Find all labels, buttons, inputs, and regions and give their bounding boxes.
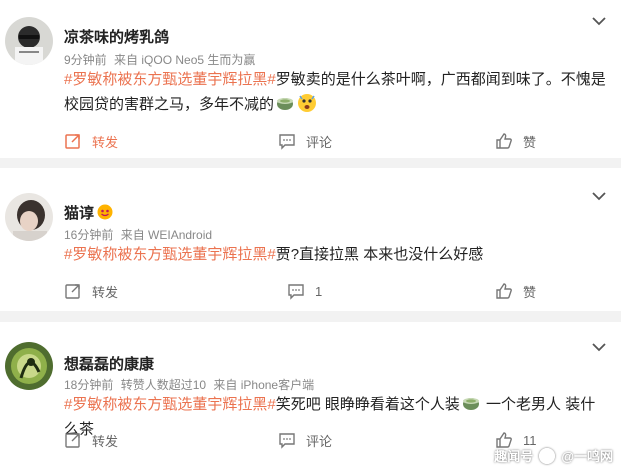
comment-icon (279, 433, 295, 449)
comment-body: 贾?直接拉黑 本来也没什么好感 (275, 246, 484, 263)
post-repost-note: 转赞人数超过10 (120, 378, 207, 392)
comment-button[interactable]: 评论 (278, 131, 332, 151)
post-source: 来自 WEIAndroid (120, 228, 213, 242)
post-time: 18分钟前 (64, 378, 114, 392)
watermark: 趣闻号 @一鸣网 (494, 446, 613, 465)
chevron-down-icon[interactable] (591, 339, 607, 355)
topic-link[interactable]: #罗敏称被东方甄选董宇辉拉黑# (64, 246, 276, 263)
repost-button[interactable]: 转发 (64, 430, 118, 450)
watermark-right: @一鸣网 (561, 449, 613, 464)
chevron-down-icon[interactable] (591, 13, 607, 29)
tea-cup-emoji (277, 98, 294, 110)
like-label: 赞 (523, 284, 537, 300)
comment-button[interactable]: 评论 (278, 430, 332, 450)
comment-text: #罗敏称被东方甄选董宇辉拉黑#罗敏卖的是什么茶叶啊，广西都闻到味了。不愧是校园贷… (64, 67, 609, 117)
post-source: 来自 iQOO Neo5 生而为赢 (114, 53, 256, 67)
like-button[interactable]: 赞 (495, 131, 536, 151)
repost-icon (65, 433, 80, 448)
repost-button[interactable]: 转发 (64, 131, 118, 151)
chevron-down-icon[interactable] (591, 188, 607, 204)
comment-body: 笑死吧 眼睁睁看着这个人装 (275, 396, 460, 413)
post-meta: 18分钟前 转赞人数超过10 来自 iPhone客户端 (64, 376, 318, 393)
like-label: 赞 (523, 134, 537, 150)
repost-label: 转发 (92, 433, 119, 449)
post-meta: 16分钟前 来自 WEIAndroid (64, 226, 216, 243)
action-bar: 转发 评论 赞 (0, 131, 621, 151)
topic-link[interactable]: #罗敏称被东方甄选董宇辉拉黑# (64, 396, 276, 413)
vip-badge-icon (97, 204, 113, 220)
like-button[interactable]: 赞 (495, 281, 536, 301)
avatar[interactable] (5, 17, 53, 65)
tea-cup-emoji (462, 398, 479, 410)
comment-card: 猫谆 16分钟前 来自 WEIAndroid #罗敏称被东方甄选董宇辉拉黑#贾?… (0, 168, 621, 311)
repost-icon (65, 284, 80, 299)
watermark-left: 趣闻号 (494, 449, 534, 464)
post-meta: 9分钟前 来自 iQOO Neo5 生而为赢 (64, 51, 259, 68)
comment-count: 1 (315, 283, 323, 299)
author-name-text: 猫谆 (64, 205, 95, 222)
comment-icon (279, 134, 295, 150)
author-name[interactable]: 凉茶味的烤乳鸽 (64, 26, 169, 47)
comment-label: 评论 (306, 134, 333, 150)
comment-label: 评论 (306, 433, 333, 449)
repost-label: 转发 (92, 134, 119, 150)
scared-face-emoji (298, 94, 317, 112)
comment-icon (288, 284, 304, 300)
action-bar: 转发 1 赞 (0, 281, 621, 301)
post-time: 16分钟前 (64, 228, 114, 242)
author-name[interactable]: 猫谆 (64, 202, 113, 223)
avatar[interactable] (5, 193, 53, 241)
thumbs-up-icon (496, 133, 512, 149)
comment-card: 凉茶味的烤乳鸽 9分钟前 来自 iQOO Neo5 生而为赢 #罗敏称被东方甄选… (0, 0, 621, 158)
topic-link[interactable]: #罗敏称被东方甄选董宇辉拉黑# (64, 71, 276, 88)
author-name[interactable]: 想磊磊的康康 (64, 353, 154, 374)
watermark-logo-icon (539, 447, 556, 464)
repost-label: 转发 (92, 284, 119, 300)
thumbs-up-icon (496, 283, 512, 299)
avatar[interactable] (5, 342, 53, 390)
post-time: 9分钟前 (64, 53, 107, 67)
comment-text: #罗敏称被东方甄选董宇辉拉黑#贾?直接拉黑 本来也没什么好感 (64, 242, 609, 267)
comment-button[interactable]: 1 (287, 281, 322, 301)
repost-button[interactable]: 转发 (64, 281, 118, 301)
repost-icon (65, 134, 80, 149)
post-source: 来自 iPhone客户端 (213, 378, 315, 392)
